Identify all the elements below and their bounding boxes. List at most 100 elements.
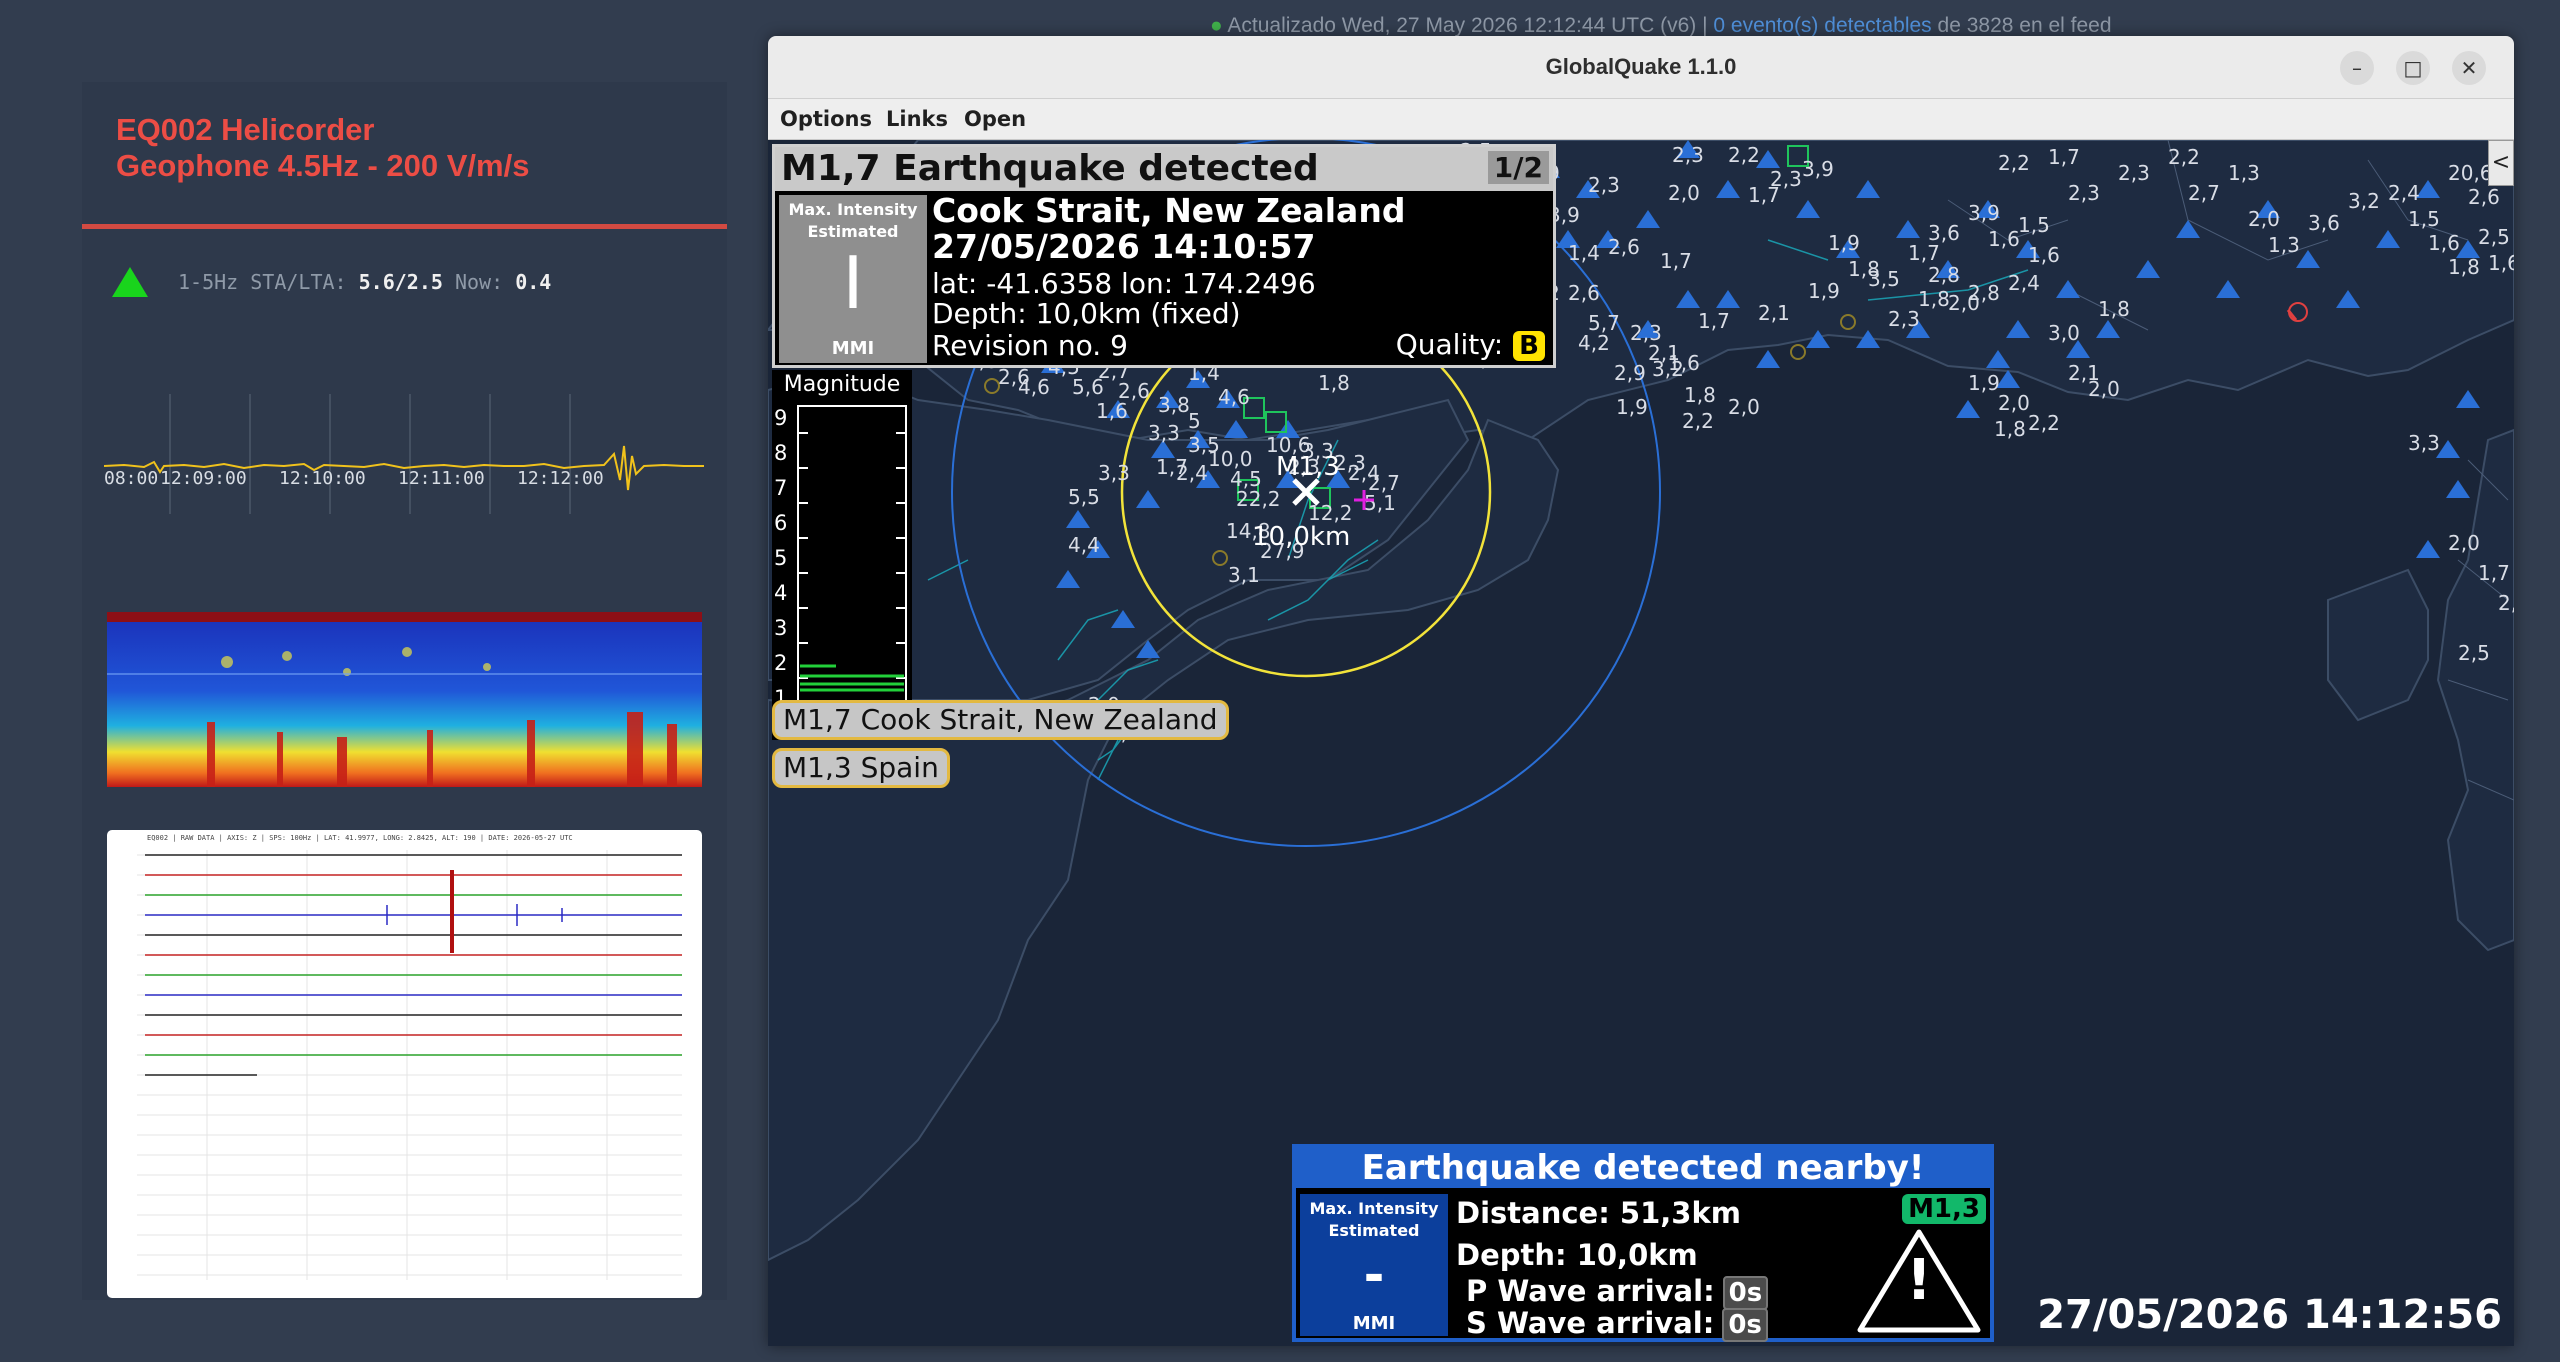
menu-options[interactable]: Options [780,107,872,131]
svg-text:1,8: 1,8 [2098,297,2130,321]
detected-event-panel[interactable]: M1,7 Earthquake detected 1/2 Max. Intens… [772,144,1556,368]
event-list: M1,7 Cook Strait, New Zealand M1,3 Spain [772,700,1229,796]
epicenter-depth-label: 10,0km [1252,522,1351,552]
svg-text:4,4: 4,4 [1068,533,1100,557]
svg-text:1,8: 1,8 [1684,383,1716,407]
trigger-value: 5.6/2.5 [358,270,443,294]
event-list-item[interactable]: M1,3 Spain [772,748,950,788]
time-tick: 08:00 [104,468,159,489]
svg-text:3,8: 3,8 [1158,393,1190,417]
menu-links[interactable]: Links [886,107,948,131]
svg-text:2,2: 2,2 [2168,145,2200,169]
quality-label: Quality: [1395,328,1504,361]
mmi-label: Max. Intensity Estimated [788,200,918,241]
svg-text:2,2: 2,2 [1728,143,1760,167]
island [2327,568,2429,722]
land-mass [2436,428,2514,952]
s-wave-value: 0s [1722,1308,1768,1342]
svg-text:2,0: 2,0 [1668,181,1700,205]
svg-text:1,7: 1,7 [1698,309,1730,333]
time-tick: 12:09:00 [160,468,247,489]
svg-text:2,0: 2,0 [1728,395,1760,419]
quality-badge: B [1513,331,1545,361]
scale-tick: 7 [774,476,788,500]
mmi-intensity-box: Max. Intensity Estimated I MMI [779,195,927,363]
svg-text:2,7: 2,7 [2498,591,2514,615]
nearby-mmi-value: - [1363,1246,1385,1304]
svg-text:1,6: 1,6 [2428,231,2460,255]
svg-text:1,8: 1,8 [1994,417,2026,441]
svg-text:2,4: 2,4 [2388,181,2420,205]
svg-text:1,8: 1,8 [1318,371,1350,395]
trigger-label: 1-5Hz STA/LTA: [178,270,347,294]
collapse-panel-button[interactable]: < [2488,140,2514,186]
svg-text:2,6: 2,6 [1118,379,1150,403]
svg-text:2,3: 2,3 [2118,161,2150,185]
svg-text:2,2: 2,2 [2028,411,2060,435]
svg-text:4,6: 4,6 [1218,385,1250,409]
svg-text:2,6: 2,6 [1568,281,1600,305]
nearby-alert-panel: Earthquake detected nearby! Max. Intensi… [1292,1144,1994,1342]
svg-text:1,5: 1,5 [2408,207,2440,231]
time-tick: 12:12:00 [517,468,604,489]
event-region: Cook Strait, New Zealand [932,191,1406,230]
svg-text:3,9: 3,9 [1802,157,1834,181]
svg-text:1,9: 1,9 [1616,395,1648,419]
svg-text:1,7: 1,7 [1660,249,1692,273]
svg-text:3,1: 3,1 [1228,563,1260,587]
menu-open[interactable]: Open [964,107,1026,131]
maximize-button[interactable]: □ [2396,51,2430,85]
event-list-item[interactable]: M1,7 Cook Strait, New Zealand [772,700,1229,740]
warning-exclamation: ! [1906,1248,1932,1313]
events-detectable-link[interactable]: 0 evento(s) detectables [1713,14,1931,37]
event-quality: Quality: B [1396,328,1545,361]
svg-text:2,4: 2,4 [1176,461,1208,485]
svg-text:1,3: 1,3 [2228,161,2260,185]
helicorder-waveform [104,394,704,514]
mmi-value: I [842,241,864,325]
close-button[interactable]: ✕ [2452,51,2486,85]
scale-tick: 8 [774,441,788,465]
scale-tick: 9 [774,406,788,430]
svg-text:2,0: 2,0 [2088,377,2120,401]
nearby-mmi-label: Max. Intensity Estimated [1309,1199,1439,1240]
scale-tick: 3 [774,616,788,640]
svg-text:2,2: 2,2 [1682,409,1714,433]
svg-text:1,5: 1,5 [2018,213,2050,237]
seismic-map[interactable]: 1,87,02,6 4,64,52,2 2,2761,65,6 2,72,22,… [768,140,2514,1346]
map-clock: 27/05/2026 14:12:56 [2037,1292,2502,1338]
minimize-button[interactable]: – [2340,51,2374,85]
now-label: Now: [454,270,504,294]
window-titlebar[interactable]: GlobalQuake 1.1.0 – □ ✕ [768,36,2514,99]
time-tick: 12:11:00 [398,468,485,489]
trigger-status: 1-5Hz STA/LTA: 5.6/2.5 Now: 0.4 [112,262,551,302]
drum-plot: EQ002 | RAW DATA | AXIS: Z | SPS: 100Hz … [107,830,702,1298]
svg-text:1,9: 1,9 [1808,279,1840,303]
event-depth: Depth: 10,0km (fixed) [932,297,1241,330]
svg-text:2,9: 2,9 [1614,361,1646,385]
scale-tick: 5 [774,546,788,570]
svg-text:3,6: 3,6 [1928,221,1960,245]
svg-text:2,6: 2,6 [1608,235,1640,259]
magnitude-panel: Magnitude 9 8 7 6 5 4 3 2 1 [772,370,912,740]
s-wave-arrival: S Wave arrival: 0s [1466,1306,1768,1342]
menu-bar: Options Links Open [768,99,2514,140]
svg-text:22,2: 22,2 [1236,487,1281,511]
nearby-depth: Depth: 10,0km [1456,1238,1698,1272]
trigger-triangle-icon [112,267,148,297]
nearby-alert-title: Earthquake detected nearby! [1296,1148,1990,1188]
scale-tick: 2 [774,651,788,675]
svg-text:1,9: 1,9 [1828,231,1860,255]
nearby-magnitude-badge: M1,3 [1902,1194,1986,1224]
svg-text:1,9: 1,9 [1968,371,2000,395]
p-wave-value: 0s [1722,1276,1769,1310]
event-revision: Revision no. 9 [932,329,1128,362]
svg-text:2,2: 2,2 [1998,151,2030,175]
svg-text:2,3: 2,3 [1588,173,1620,197]
drum-plot-traces [137,850,682,1280]
nearby-mmi-box: Max. Intensity Estimated - MMI [1300,1194,1448,1336]
event-header-title: M1,7 Earthquake detected [781,148,1319,189]
status-dot-icon: ● [1210,14,1223,37]
p-wave-label: P Wave arrival: [1466,1274,1715,1308]
window-title: GlobalQuake 1.1.0 [1545,54,1737,79]
